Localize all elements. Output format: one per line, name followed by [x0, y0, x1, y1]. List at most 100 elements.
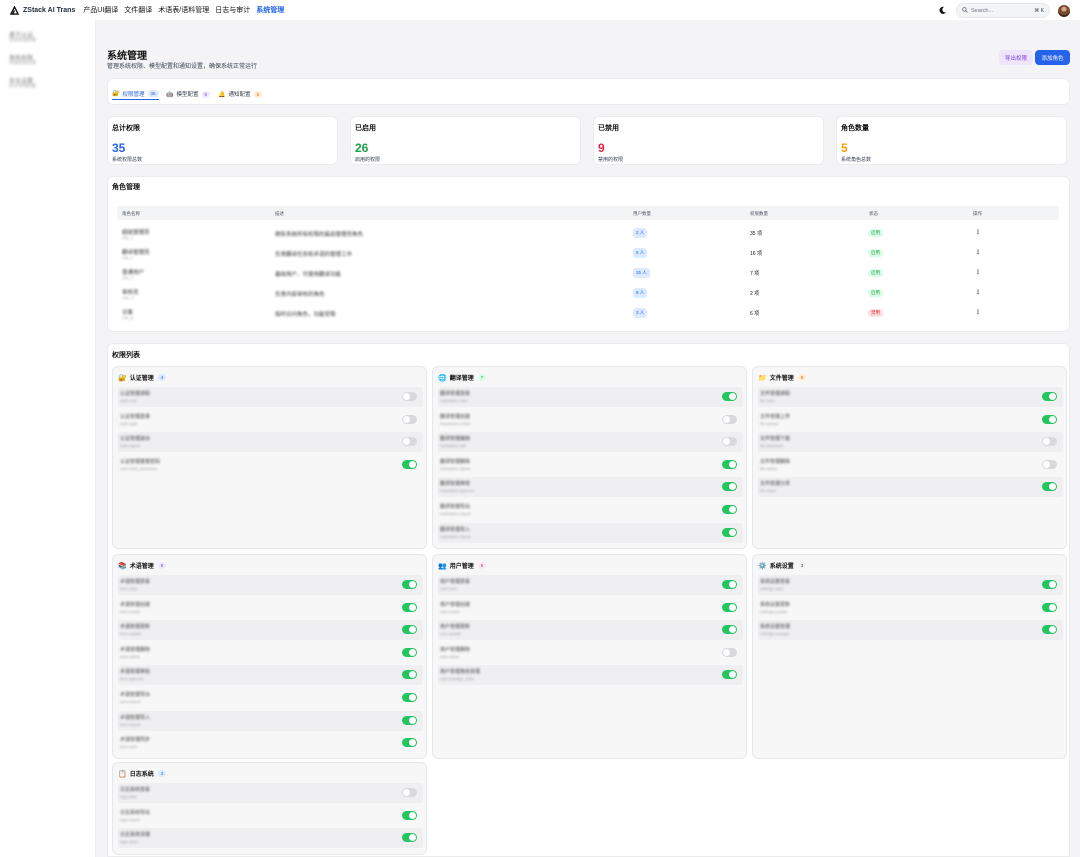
avatar[interactable]	[1058, 4, 1070, 17]
permission-item: 认证管理退出 auth.logout	[118, 432, 423, 453]
group-count-badge: 7	[477, 374, 487, 381]
permission-toggle[interactable]	[722, 482, 737, 492]
nav-item-file-translation[interactable]: 文件翻译	[124, 5, 152, 15]
group-header: 🔐 认证管理 4	[118, 373, 167, 382]
permission-toggle[interactable]	[722, 602, 737, 612]
role-code: role_5	[122, 315, 134, 320]
permission-toggle[interactable]	[1042, 414, 1057, 424]
permission-toggle[interactable]	[722, 580, 737, 589]
sidebar-item-security[interactable]: 安全设置 安全策略配置	[9, 76, 95, 89]
permission-toggle[interactable]	[402, 580, 417, 589]
permission-toggle[interactable]	[1042, 437, 1057, 447]
permission-name: 术语管理同步	[120, 737, 151, 744]
permission-item: 日志系统清理 logs.clean	[118, 828, 423, 849]
permission-toggle[interactable]	[722, 625, 737, 635]
more-actions-icon[interactable]: ⋮	[975, 289, 981, 296]
permission-toggle[interactable]	[402, 715, 417, 725]
group-header: 📚 术语管理 8	[118, 561, 167, 570]
permission-code: translation.create	[440, 420, 471, 426]
more-actions-icon[interactable]: ⋮	[975, 229, 981, 236]
roles-card: 角色管理 角色名称 描述 用户数量 权限数量 状态 操作 超级管理员 role_1…	[107, 176, 1070, 332]
permission-name: 系统设置管理	[760, 624, 791, 631]
permission-toggle[interactable]	[402, 437, 417, 447]
permission-toggle[interactable]	[402, 647, 417, 657]
stat-value: 26	[355, 141, 369, 155]
permission-toggle[interactable]	[402, 693, 417, 702]
search-input[interactable]: Search... ⌘ K	[956, 3, 1050, 18]
add-role-button[interactable]: 添加角色	[1035, 50, 1070, 65]
table-row[interactable]: 访客 role_5 临时访问角色，功能受限 3 人6 项禁用 ⋮	[117, 304, 1059, 324]
export-permissions-button[interactable]: 导出权限	[999, 50, 1033, 65]
tab-models[interactable]: 🤖 模型配置 6	[166, 88, 211, 100]
permission-toggle[interactable]	[1042, 625, 1057, 635]
logo-icon	[10, 5, 19, 15]
nav-item-glossary[interactable]: 术语表/语料管理	[158, 5, 209, 15]
permission-item: 翻译管理导入 translation.import	[438, 522, 743, 543]
permission-toggle[interactable]	[1042, 482, 1057, 492]
permission-item: 术语管理同步 term.sync	[118, 733, 423, 753]
permission-item: 翻译管理编辑 translation.edit	[438, 432, 743, 453]
status-badge: 启用	[868, 229, 883, 237]
more-actions-icon[interactable]: ⋮	[975, 249, 981, 256]
tab-notifications[interactable]: 🔔 通知配置 3	[218, 88, 263, 100]
permission-name: 术语管理更新	[120, 624, 151, 631]
permission-toggle[interactable]	[402, 810, 417, 820]
permission-toggle[interactable]	[722, 670, 737, 680]
permission-item: 系统设置管理 settings.manage	[758, 620, 1063, 641]
permission-toggle[interactable]	[1042, 392, 1057, 401]
tab-count: 6	[201, 90, 211, 98]
table-row[interactable]: 审核员 role_4 负责内容审核的角色 8 人2 项启用 ⋮	[117, 284, 1059, 304]
permission-toggle[interactable]	[402, 788, 417, 797]
tab-permissions[interactable]: 🔐 权限管理 35	[112, 88, 159, 100]
table-row[interactable]: 普通用户 role_3 基础用户，可使用翻译功能 25 人7 项启用 ⋮	[117, 264, 1059, 284]
permission-toggle[interactable]	[1042, 602, 1057, 612]
dark-mode-icon[interactable]	[936, 5, 948, 17]
users-icon: 👥	[438, 562, 447, 570]
group-count-badge: 5	[797, 374, 807, 381]
permission-count: 35 项	[750, 231, 762, 237]
permission-toggle[interactable]	[402, 414, 417, 424]
nav-item-logs[interactable]: 日志与审计	[215, 5, 250, 15]
permission-toggle[interactable]	[722, 647, 737, 657]
permission-toggle[interactable]	[1042, 580, 1057, 589]
permission-toggle[interactable]	[722, 505, 737, 514]
group-count-badge: 4	[157, 374, 167, 381]
roles-title: 角色管理	[112, 184, 140, 191]
permission-toggle[interactable]	[722, 527, 737, 537]
stat-card-disabled: 已禁用 9 禁用的权限	[593, 116, 824, 165]
permission-count: 7 项	[750, 271, 760, 277]
more-actions-icon[interactable]: ⋮	[975, 309, 981, 316]
permission-item: 文件管理下载 file.download	[758, 432, 1063, 453]
permission-toggle[interactable]	[402, 670, 417, 680]
permission-count: 6 项	[750, 311, 760, 317]
more-actions-icon[interactable]: ⋮	[975, 269, 981, 276]
page-title: 系统管理	[107, 51, 147, 62]
permission-code: term.sync	[120, 744, 138, 750]
permissions-title: 权限列表	[112, 352, 140, 359]
sidebar-item-subtitle: 安全策略配置	[9, 83, 36, 88]
permission-item: 术语管理导入 term.import	[118, 710, 423, 731]
permission-toggle[interactable]	[722, 414, 737, 424]
permission-toggle[interactable]	[1042, 459, 1057, 469]
permission-toggle[interactable]	[402, 738, 417, 748]
permission-toggle[interactable]	[402, 602, 417, 612]
permission-item: 翻译管理查看 translation.view	[438, 387, 743, 407]
permission-toggle[interactable]	[402, 459, 417, 469]
permission-code: file.delete	[760, 465, 778, 471]
permission-toggle[interactable]	[722, 459, 737, 469]
permission-toggle[interactable]	[402, 392, 417, 401]
permission-toggle[interactable]	[722, 392, 737, 401]
nav-item-system[interactable]: 系统管理	[256, 5, 284, 15]
permission-toggle[interactable]	[722, 437, 737, 447]
group-count-badge: 3	[157, 770, 167, 777]
table-row[interactable]: 翻译管理员 role_2 负责翻译任务和术语的管理工作 5 人 16 项启用 ⋮	[117, 244, 1059, 264]
table-row[interactable]: 超级管理员 role_1 拥有系统所有权限的最高管理员角色 2 人 35 项启用 ⋮	[117, 224, 1059, 244]
sidebar-item-roles[interactable]: 角色权限 系统权限管理	[9, 53, 95, 66]
sidebar-item-auth[interactable]: 基于认证 系统基础配置	[9, 30, 95, 43]
sidebar-item-subtitle: 系统基础配置	[9, 37, 36, 42]
tab-label: 权限管理	[122, 91, 145, 98]
permission-toggle[interactable]	[402, 625, 417, 635]
permission-toggle[interactable]	[402, 833, 417, 843]
nav-item-ui-translation[interactable]: 产品UI翻译	[83, 5, 118, 15]
status-badge: 启用	[868, 289, 883, 297]
